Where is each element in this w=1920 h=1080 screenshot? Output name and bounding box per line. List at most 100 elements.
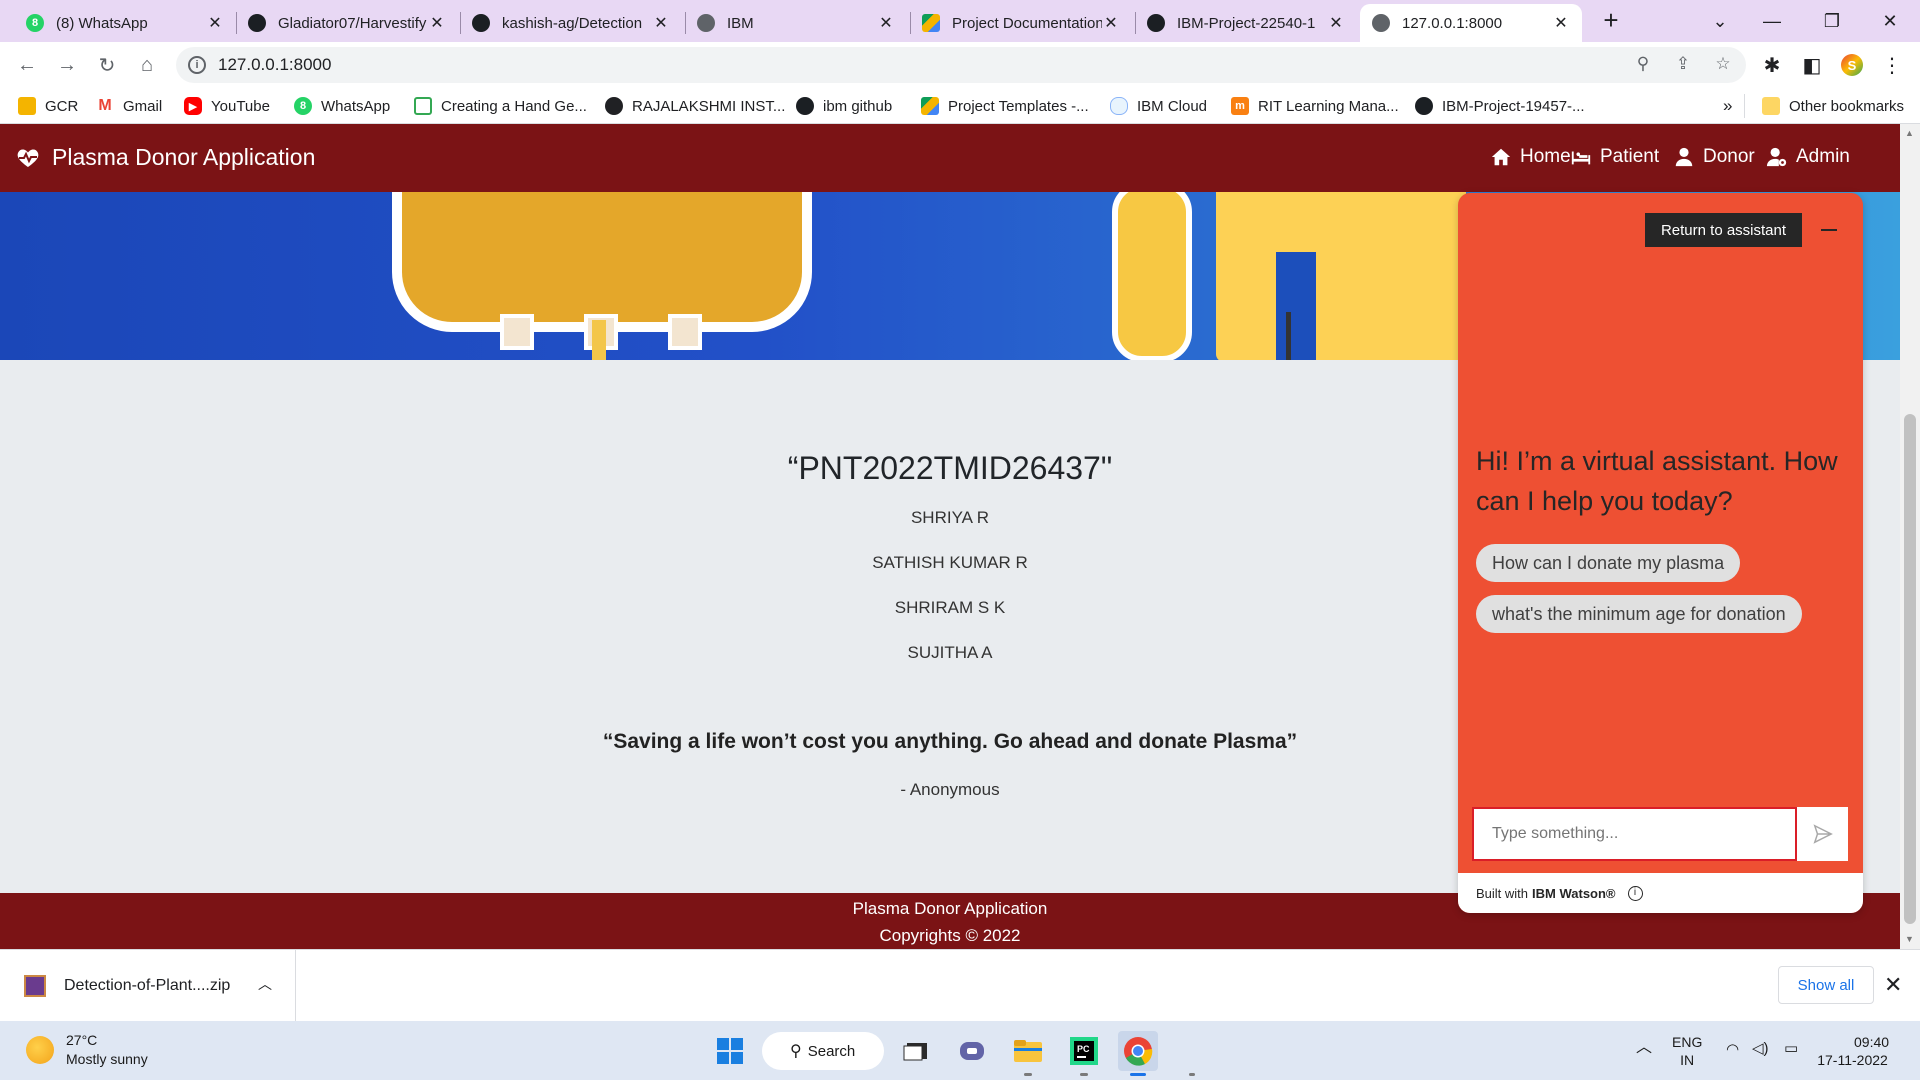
share-icon[interactable]: ⇪ bbox=[1672, 54, 1694, 76]
battery-icon[interactable]: ▭ bbox=[1784, 1040, 1798, 1058]
star-bookmark-icon[interactable]: ☆ bbox=[1712, 54, 1734, 76]
close-icon[interactable]: ✕ bbox=[652, 13, 670, 33]
chevron-up-icon[interactable]: ︿ bbox=[258, 974, 272, 994]
bookmark-gmail[interactable]: M Gmail bbox=[96, 94, 162, 118]
nav-donor[interactable]: Donor bbox=[1673, 146, 1755, 168]
tray-overflow-chevron-icon[interactable]: ︿ bbox=[1636, 1039, 1652, 1057]
chrome-icon[interactable] bbox=[1118, 1031, 1158, 1071]
bookmark-ibm-cloud[interactable]: IBM Cloud bbox=[1110, 94, 1207, 118]
info-icon[interactable]: i bbox=[1627, 885, 1643, 901]
tab-ibm-project[interactable]: IBM-Project-22540-1 ✕ bbox=[1135, 4, 1357, 42]
zoom-icon[interactable]: ⚲ bbox=[1632, 54, 1654, 76]
windows-taskbar: 27°C Mostly sunny ⚲ Search PC ︿ ENG IN ◠… bbox=[0, 1021, 1920, 1080]
bookmark-ibm-github[interactable]: ibm github bbox=[796, 94, 892, 118]
tab-project-documentation[interactable]: Project Documentation ✕ bbox=[910, 4, 1132, 42]
new-tab-button[interactable]: + bbox=[1596, 6, 1626, 36]
github-icon bbox=[1147, 14, 1165, 32]
compass-icon bbox=[605, 97, 623, 115]
bookmark-whatsapp[interactable]: 8 WhatsApp bbox=[294, 94, 390, 118]
footer-copyright: Copyrights © 2022 bbox=[879, 926, 1021, 945]
side-panel-icon[interactable]: ◧ bbox=[1797, 50, 1827, 80]
user-icon bbox=[1675, 147, 1693, 167]
profile-avatar-icon[interactable]: S bbox=[1837, 50, 1867, 80]
close-icon[interactable]: ✕ bbox=[1102, 13, 1120, 33]
restore-window-icon[interactable]: ❐ bbox=[1802, 0, 1862, 42]
task-view-icon[interactable] bbox=[896, 1031, 936, 1071]
show-all-button[interactable]: Show all bbox=[1778, 966, 1874, 1004]
tab-kashish[interactable]: kashish-ag/Detection ✕ bbox=[460, 4, 682, 42]
bookmark-rit-learning[interactable]: m RIT Learning Mana... bbox=[1231, 94, 1399, 118]
bookmark-creating-hand[interactable]: Creating a Hand Ge... bbox=[414, 94, 587, 118]
bookmark-other[interactable]: Other bookmarks bbox=[1762, 94, 1904, 118]
close-icon[interactable]: ✕ bbox=[877, 13, 895, 33]
reload-icon[interactable]: ↻ bbox=[92, 50, 122, 80]
menu-kebab-icon[interactable]: ⋮ bbox=[1877, 50, 1907, 80]
close-icon[interactable]: ✕ bbox=[1327, 13, 1345, 33]
minimize-window-icon[interactable]: — bbox=[1742, 0, 1802, 42]
extensions-puzzle-icon[interactable]: ✱ bbox=[1757, 50, 1787, 80]
wifi-icon[interactable]: ◠ bbox=[1726, 1041, 1739, 1059]
tab-ibm[interactable]: IBM ✕ bbox=[685, 4, 907, 42]
pycharm-icon[interactable]: PC bbox=[1064, 1031, 1104, 1071]
volume-icon[interactable]: ◁) bbox=[1752, 1040, 1769, 1058]
scroll-down-arrow-icon[interactable]: ▼ bbox=[1905, 934, 1914, 944]
language-indicator[interactable]: ENG IN bbox=[1672, 1033, 1702, 1069]
send-button[interactable] bbox=[1797, 807, 1848, 861]
stand-gap bbox=[1276, 252, 1316, 360]
brand-title: Plasma Donor Application bbox=[52, 144, 316, 170]
tab-title: 127.0.0.1:8000 bbox=[1402, 14, 1503, 32]
bookmark-ibm-project[interactable]: IBM-Project-19457-... bbox=[1415, 94, 1585, 118]
team-id-heading: “PNT2022TMID26437" bbox=[787, 450, 1113, 486]
bookmark-youtube[interactable]: ▶ YouTube bbox=[184, 94, 270, 118]
return-to-assistant-button[interactable]: Return to assistant bbox=[1645, 213, 1802, 247]
tab-gladiator[interactable]: Gladiator07/Harvestify ✕ bbox=[236, 4, 458, 42]
forward-arrow-icon[interactable]: → bbox=[52, 50, 82, 80]
bookmark-gcr[interactable]: GCR bbox=[18, 94, 78, 118]
close-window-icon[interactable]: ✕ bbox=[1860, 0, 1920, 42]
weather-widget[interactable]: 27°C Mostly sunny bbox=[26, 1031, 148, 1069]
close-icon[interactable]: ✕ bbox=[1884, 972, 1902, 998]
team-member: SHRIYA R bbox=[910, 508, 990, 527]
scroll-up-arrow-icon[interactable]: ▲ bbox=[1905, 128, 1914, 138]
windows-start-icon[interactable] bbox=[710, 1031, 750, 1071]
close-icon[interactable]: ✕ bbox=[206, 13, 224, 33]
back-arrow-icon[interactable]: ← bbox=[12, 50, 42, 80]
bookmarks-bar: GCR M Gmail ▶ YouTube 8 WhatsApp Creatin… bbox=[0, 88, 1920, 124]
close-icon[interactable]: ✕ bbox=[1552, 13, 1570, 33]
app-brand[interactable]: Plasma Donor Application bbox=[16, 144, 315, 171]
teams-chat-icon[interactable] bbox=[952, 1031, 992, 1071]
site-info-icon[interactable]: i bbox=[188, 56, 206, 74]
tab-whatsapp[interactable]: 8 (8) WhatsApp ✕ bbox=[14, 4, 236, 42]
nav-label: Admin bbox=[1796, 146, 1850, 167]
nav-home[interactable]: Home bbox=[1490, 146, 1571, 168]
zip-archive-icon bbox=[24, 975, 46, 997]
bookmark-label: IBM Cloud bbox=[1137, 97, 1208, 115]
page-scrollbar[interactable]: ▲ ▼ bbox=[1900, 124, 1920, 949]
nav-patient[interactable]: Patient bbox=[1570, 146, 1659, 168]
running-indicator bbox=[1189, 1073, 1195, 1076]
suggestion-button-donate[interactable]: How can I donate my plasma bbox=[1476, 544, 1741, 582]
bookmark-rajalakshmi[interactable]: RAJALAKSHMI INST... bbox=[605, 94, 785, 118]
bookmarks-overflow-button[interactable]: » bbox=[1723, 94, 1732, 118]
temperature: 27°C bbox=[66, 1032, 98, 1048]
suggestion-button-min-age[interactable]: what's the minimum age for donation bbox=[1476, 595, 1802, 633]
chat-message-input[interactable] bbox=[1472, 807, 1797, 861]
download-item[interactable]: Detection-of-Plant....zip ︿ bbox=[0, 950, 296, 1022]
close-icon[interactable]: ✕ bbox=[428, 13, 446, 33]
send-icon bbox=[1812, 824, 1833, 844]
bookmark-label: ibm github bbox=[823, 97, 893, 115]
clock[interactable]: 09:40 17-11-2022 bbox=[1816, 1033, 1889, 1069]
home-browser-icon[interactable]: ⌂ bbox=[132, 50, 162, 80]
address-bar[interactable]: i 127.0.0.1:8000 ⚲ ⇪ ☆ bbox=[176, 47, 1746, 83]
bag-port bbox=[500, 314, 534, 350]
tab-localhost[interactable]: 127.0.0.1:8000 ✕ bbox=[1360, 4, 1582, 42]
minimize-chat-icon[interactable] bbox=[1821, 229, 1837, 231]
nav-admin[interactable]: Admin bbox=[1766, 146, 1850, 168]
tab-search-chevron-icon[interactable]: ⌄ bbox=[1690, 0, 1750, 42]
cloud-icon bbox=[1110, 97, 1128, 115]
bookmark-project-templates[interactable]: Project Templates -... bbox=[921, 94, 1089, 118]
scrollbar-thumb[interactable] bbox=[1904, 414, 1916, 924]
taskbar-search[interactable]: ⚲ Search bbox=[762, 1032, 884, 1070]
url-text[interactable]: 127.0.0.1:8000 bbox=[218, 55, 331, 75]
file-explorer-icon[interactable] bbox=[1008, 1031, 1048, 1071]
